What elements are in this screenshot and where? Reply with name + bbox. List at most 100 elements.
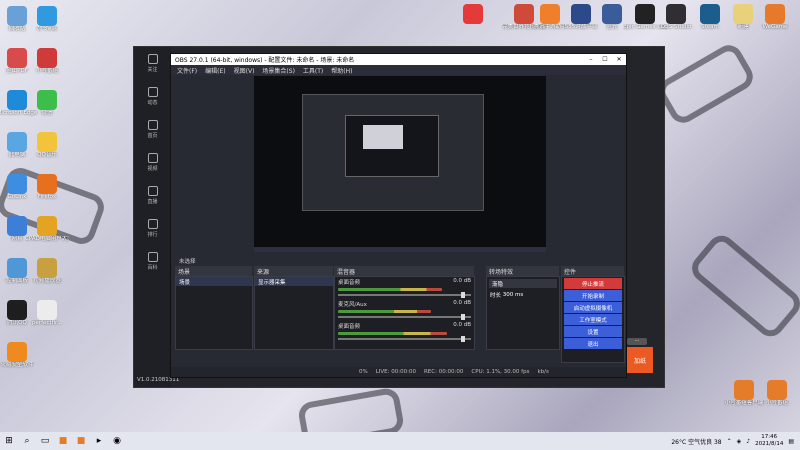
notification-icon[interactable]: ▤ (788, 438, 794, 445)
volume-slider[interactable] (338, 292, 471, 298)
desktop-icon[interactable]: 视频播放器 (25, 258, 69, 285)
duration-value[interactable]: 300 ms (503, 292, 523, 298)
tshirt-icon (463, 4, 483, 24)
maximize-icon[interactable]: ☐ (598, 56, 612, 63)
desktop-icon-label: 火绒安全软件 (0, 362, 34, 368)
app-taskbar-icon[interactable]: ■ (72, 434, 90, 448)
desktop-icon-label: CPAD电脑用户大区 (25, 236, 69, 242)
desktop-icon-label: 小号番组 (35, 68, 58, 74)
mixer-channel[interactable]: 桌面音频 0.0 dB (335, 321, 474, 343)
desktop-icon[interactable]: Firefox (25, 174, 69, 201)
bitrate: kb/s (537, 369, 549, 375)
qq-music-icon (37, 132, 57, 152)
desktop-icon[interactable]: 命令e驾 (25, 6, 69, 33)
obs-icon (666, 4, 686, 24)
wechat-icon (37, 90, 57, 110)
desktop-icon[interactable]: 火绒安全软件 (0, 342, 39, 369)
app-icon (767, 380, 787, 400)
scenes-panel[interactable]: 场景 (175, 276, 253, 350)
transition-select[interactable]: 渐隐 (489, 279, 557, 288)
control-button[interactable]: 退出 (564, 338, 622, 349)
menu-item[interactable]: 工具(T) (303, 66, 323, 75)
dropped-frames: 0% (359, 369, 368, 375)
sources-panel[interactable]: 显示器采集 (254, 276, 334, 350)
app-taskbar-icon[interactable]: ■ (54, 434, 72, 448)
sidebar-item[interactable]: 百科 (134, 245, 171, 278)
control-button[interactable]: 开始录制 (564, 290, 622, 301)
obs-taskbar-icon[interactable]: ◉ (108, 434, 126, 448)
volume-meter (338, 288, 442, 291)
control-button[interactable]: 启动虚拟摄像机 (564, 302, 622, 313)
desktop-icon[interactable]: WeGame (753, 4, 797, 31)
desktop-icon[interactable]: 小号番组 (25, 48, 69, 75)
weather-text[interactable]: 26°C 空气优良 38 (671, 437, 721, 446)
volume-slider-handle[interactable] (461, 314, 465, 320)
controls-panel[interactable]: 停止推流 开始录制 启动虚拟摄像机 工作室模式 设置 退出 (561, 276, 625, 363)
close-icon[interactable]: ✕ (612, 56, 626, 63)
sidebar-item[interactable]: 视频 (134, 146, 171, 179)
sidebar-item[interactable]: 关注 (134, 47, 171, 80)
network-icon[interactable]: ◈ (737, 438, 742, 445)
menu-item[interactable]: 帮助(H) (331, 66, 352, 75)
mixer-channel-name: 桌面音频 (338, 324, 361, 330)
minimize-icon[interactable]: – (584, 56, 598, 63)
desktop-icon[interactable]: 微信 (25, 90, 69, 117)
app-icon (734, 380, 754, 400)
volume-icon[interactable]: ♪ (746, 438, 750, 445)
scene-item[interactable]: 场景 (176, 277, 252, 286)
sidebar-item[interactable]: 直播 (134, 179, 171, 212)
menu-item[interactable]: 编辑(E) (205, 66, 225, 75)
app-icon (37, 48, 57, 68)
mixer-panel[interactable]: 桌面音频 0.0 dB 麦克风/Aux 0.0 dB 桌面音频 0.0 dB (334, 276, 475, 350)
menu-item[interactable]: 文件(F) (177, 66, 197, 75)
clock[interactable]: 17:46 2021/8/14 (755, 434, 783, 448)
corner-action-button[interactable]: 加纸 (627, 347, 653, 373)
sidebar-item-label: 首页 (147, 133, 158, 139)
clock-date: 2021/8/14 (755, 441, 784, 447)
obs-menubar: 文件(F) 编辑(E) 视图(V) 场景集合(S) 工具(T) 帮助(H) (171, 65, 626, 75)
desktop-icon[interactable]: CPAD电脑用户大区 (25, 216, 69, 243)
sidebar-item[interactable]: 排行 (134, 212, 171, 245)
battle-platform-icon (571, 4, 591, 24)
search-icon[interactable]: ⌕ (18, 434, 36, 448)
control-button[interactable]: 工作室模式 (564, 314, 622, 325)
mixer-channel[interactable]: 麦克风/Aux 0.0 dB (335, 299, 474, 321)
sidebar-item[interactable]: 动态 (134, 80, 171, 113)
volume-slider-handle[interactable] (461, 292, 465, 298)
start-icon[interactable]: ⊞ (0, 434, 18, 448)
sidebar-item-label: 排行 (147, 232, 158, 238)
menu-item[interactable]: 视图(V) (234, 66, 255, 75)
volume-slider-handle[interactable] (461, 336, 465, 342)
sidebar-item-icon (147, 186, 158, 196)
volume-slider[interactable] (338, 314, 471, 320)
volume-slider[interactable] (338, 336, 471, 342)
mixer-channel[interactable]: 桌面音频 0.0 dB (335, 277, 474, 299)
epic-icon (635, 4, 655, 24)
edge-icon (37, 6, 57, 26)
media-taskbar-icon[interactable]: ▸ (90, 434, 108, 448)
mixer-channel-name: 桌面音频 (338, 280, 361, 286)
transitions-panel[interactable]: 渐隐 时长 300 ms (486, 276, 560, 350)
task-view-icon[interactable]: ▭ (36, 434, 54, 448)
chevron-up-icon[interactable]: ⌃ (727, 438, 732, 445)
desktop-icon-label: 微信 (41, 110, 53, 116)
sidebar-item[interactable]: 首页 (134, 113, 171, 146)
small-button[interactable]: ··· (627, 338, 647, 345)
obs-preview[interactable] (254, 76, 546, 252)
obs-titlebar[interactable]: OBS 27.0.1 (64-bit, windows) - 配置文件: 未命名… (171, 54, 626, 65)
control-button[interactable]: 停止推流 (564, 278, 622, 289)
control-button[interactable]: 设置 (564, 326, 622, 337)
menu-item[interactable]: 场景集合(S) (262, 66, 295, 75)
obs-window[interactable]: OBS 27.0.1 (64-bit, windows) - 配置文件: 未命名… (170, 53, 627, 378)
desktop-icon[interactable]: perfectfir... (25, 300, 69, 327)
mixer-channel-level: 0.0 dB (453, 278, 471, 284)
desktop-icon-label: QQ音乐 (37, 152, 57, 158)
sidebar-item-icon (147, 87, 158, 97)
desktop-icon[interactable]: 小号番组 (755, 380, 799, 407)
nested-preview (302, 94, 484, 211)
desktop-icon[interactable]: QQ音乐 (25, 132, 69, 159)
taskbar: ⊞ ⌕ ▭ ■ ■ ▸ ◉ 26°C 空气优良 38 ⌃ ◈ ♪ 17:46 2… (0, 432, 800, 450)
desktop-icon[interactable] (451, 4, 495, 24)
source-item[interactable]: 显示器采集 (255, 277, 333, 286)
transition-duration[interactable]: 时长 300 ms (487, 290, 559, 299)
